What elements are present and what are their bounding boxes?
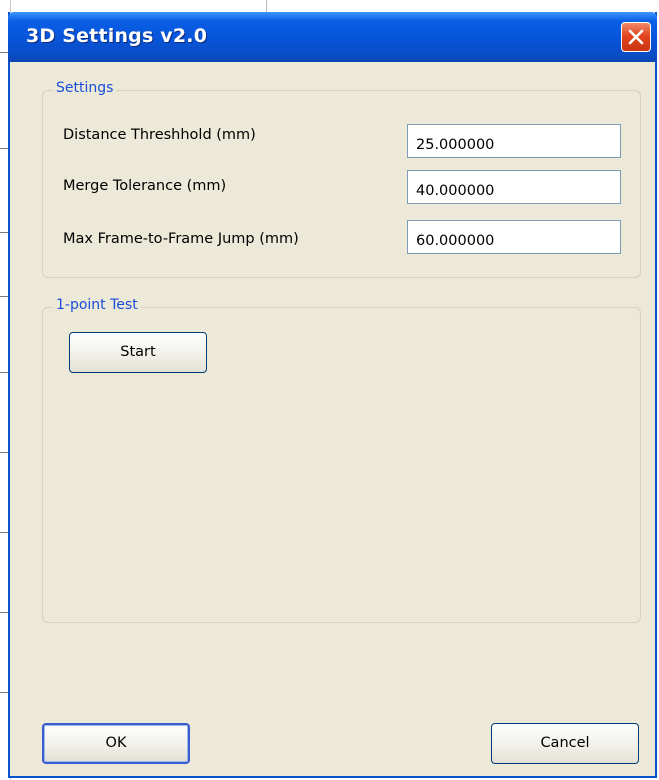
merge-tolerance-input[interactable] — [407, 170, 621, 204]
cancel-button-label: Cancel — [540, 735, 590, 751]
distance-threshold-label: Distance Threshhold (mm) — [63, 127, 256, 143]
settings-dialog: 3D Settings v2.0 Settings Distance Thres… — [8, 12, 657, 778]
screen: 3D Settings v2.0 Settings Distance Thres… — [0, 0, 659, 780]
merge-tolerance-label: Merge Tolerance (mm) — [63, 178, 227, 194]
max-jump-label: Max Frame-to-Frame Jump (mm) — [63, 231, 299, 247]
background-divider — [266, 0, 267, 12]
max-jump-input[interactable] — [407, 220, 621, 254]
distance-threshold-input[interactable] — [407, 124, 621, 158]
one-point-test-groupbox: 1-point Test Start — [42, 297, 641, 623]
settings-groupbox: Settings Distance Threshhold (mm) Merge … — [42, 80, 641, 278]
settings-group-label: Settings — [53, 80, 117, 96]
one-point-test-group-label: 1-point Test — [53, 297, 141, 313]
cancel-button[interactable]: Cancel — [491, 723, 639, 764]
start-button[interactable]: Start — [69, 332, 207, 373]
ok-button-label: OK — [105, 735, 127, 751]
close-button[interactable] — [621, 22, 651, 52]
ok-button[interactable]: OK — [42, 723, 190, 764]
start-button-label: Start — [120, 344, 156, 360]
title-bar[interactable]: 3D Settings v2.0 — [8, 12, 657, 62]
close-icon — [628, 29, 644, 45]
window-title: 3D Settings v2.0 — [26, 25, 208, 47]
